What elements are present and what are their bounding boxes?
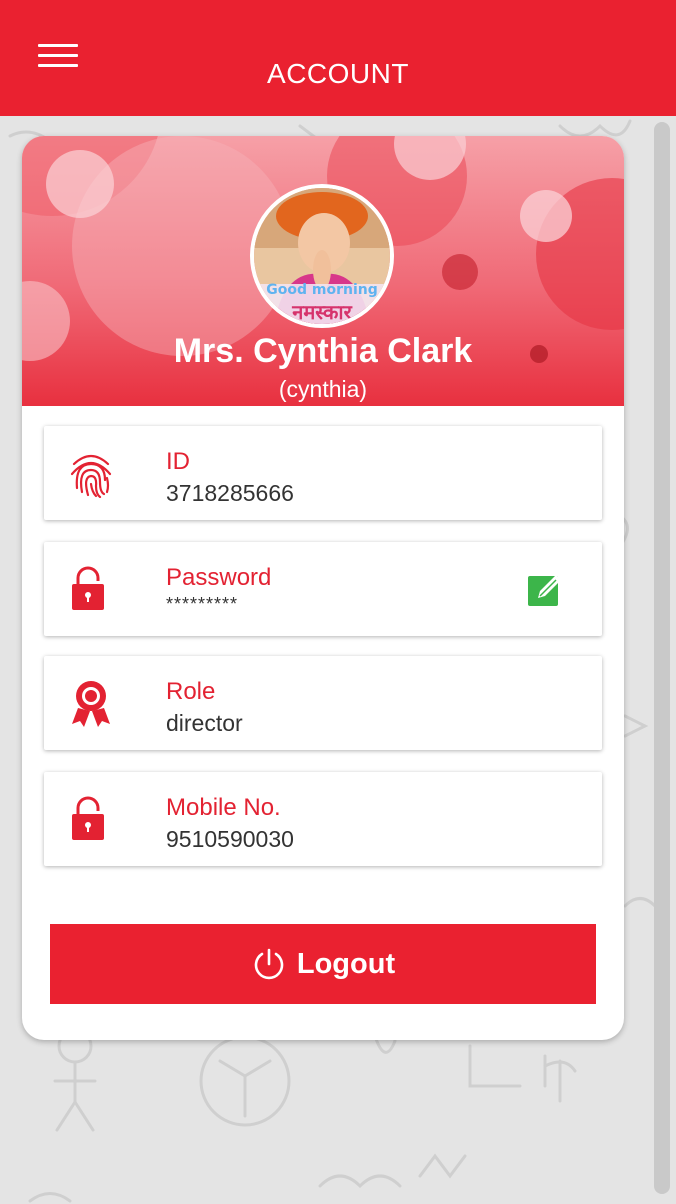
scrollbar[interactable] bbox=[654, 122, 670, 1194]
id-row: ID 3718285666 bbox=[44, 426, 602, 520]
id-value: 3718285666 bbox=[166, 480, 294, 506]
password-row: Password ********* bbox=[44, 542, 602, 636]
logout-label: Logout bbox=[296, 947, 396, 980]
avatar-caption-top: Good morning bbox=[266, 282, 378, 298]
role-label: Role bbox=[166, 678, 216, 705]
logout-button[interactable]: Logout bbox=[50, 924, 596, 1004]
password-value: ********* bbox=[166, 594, 239, 614]
power-icon bbox=[254, 948, 284, 980]
profile-header: Good morning नमस्कार Mrs. Cynthia Clark … bbox=[22, 136, 624, 406]
role-value: director bbox=[166, 710, 243, 736]
edit-pencil-icon[interactable] bbox=[526, 572, 566, 608]
mobile-label: Mobile No. bbox=[166, 794, 281, 821]
fingerprint-icon bbox=[70, 454, 112, 498]
password-label: Password bbox=[166, 564, 272, 591]
unlock-icon bbox=[72, 796, 104, 840]
mobile-value: 9510590030 bbox=[166, 826, 294, 852]
avatar[interactable]: Good morning नमस्कार bbox=[250, 184, 394, 328]
account-card: Good morning नमस्कार Mrs. Cynthia Clark … bbox=[22, 136, 624, 1040]
avatar-caption-bottom: नमस्कार bbox=[292, 300, 352, 324]
id-label: ID bbox=[166, 448, 190, 475]
app-bar: ACCOUNT bbox=[0, 0, 676, 116]
page-title: ACCOUNT bbox=[267, 58, 409, 89]
award-ribbon-icon bbox=[72, 681, 110, 727]
mobile-row: Mobile No. 9510590030 bbox=[44, 772, 602, 866]
profile-username: (cynthia) bbox=[278, 376, 368, 402]
profile-name: Mrs. Cynthia Clark bbox=[173, 332, 473, 370]
role-row: Role director bbox=[44, 656, 602, 750]
unlock-icon bbox=[72, 566, 104, 610]
